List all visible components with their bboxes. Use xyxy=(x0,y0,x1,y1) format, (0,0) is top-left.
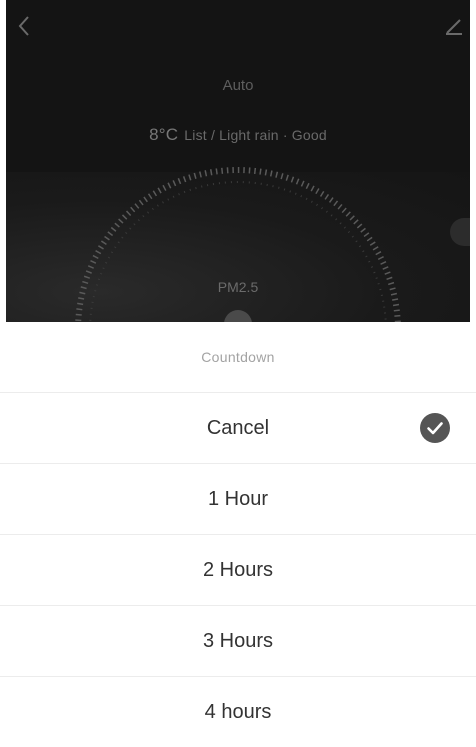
option-label: 1 Hour xyxy=(207,487,269,510)
option-cancel[interactable]: Cancel xyxy=(0,393,476,464)
device-screen-background: Auto 8°C List / Light rain · Good PM2.5 xyxy=(6,0,470,322)
option-1-hour[interactable]: 1 Hour xyxy=(0,464,476,535)
option-4-hours[interactable]: 4 hours xyxy=(0,677,476,747)
option-label: 2 Hours xyxy=(202,558,274,581)
countdown-sheet: Countdown Cancel 1 Hour 2 Hours 3 Hours … xyxy=(0,322,476,726)
option-label: 4 hours xyxy=(204,700,272,723)
option-label: Cancel xyxy=(206,416,270,439)
option-label: 3 Hours xyxy=(202,629,274,652)
dial-ring-outer xyxy=(75,167,401,322)
side-panel-toggle[interactable] xyxy=(450,218,470,246)
air-quality-dial xyxy=(75,167,401,322)
sheet-title: Countdown xyxy=(0,322,476,393)
pm25-label: PM2.5 xyxy=(217,279,259,295)
option-3-hours[interactable]: 3 Hours xyxy=(0,606,476,677)
option-2-hours[interactable]: 2 Hours xyxy=(0,535,476,606)
dial-ring-inner xyxy=(89,181,387,322)
dial-knob xyxy=(224,310,252,322)
check-circle-icon xyxy=(420,413,450,443)
